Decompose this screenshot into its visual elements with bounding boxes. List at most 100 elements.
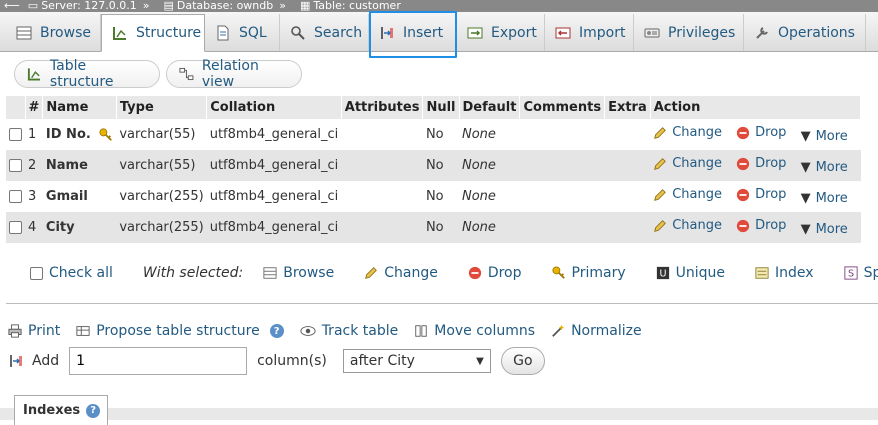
row-number: 1: [25, 119, 43, 150]
drop-action[interactable]: Drop: [736, 156, 786, 171]
breadcrumb-table[interactable]: ▦ Table: customer: [300, 0, 401, 11]
header-type[interactable]: Type: [116, 96, 208, 119]
more-action[interactable]: ▼ More: [801, 160, 848, 175]
breadcrumb-server[interactable]: ▭ Server: 127.0.0.1: [28, 0, 137, 11]
column-type: varchar(55): [116, 119, 207, 150]
bulk-browse-button[interactable]: Browse: [263, 265, 334, 281]
header-extra[interactable]: Extra: [604, 96, 651, 119]
subtab-relation-view[interactable]: Relation view: [166, 58, 302, 90]
column-position-select[interactable]: after City ▼: [342, 349, 491, 373]
column-extra: [604, 181, 651, 212]
go-button[interactable]: Go: [500, 347, 545, 375]
track-table-link[interactable]: Track table: [300, 323, 398, 339]
breadcrumb-database[interactable]: ▤ Database: owndb: [163, 0, 273, 11]
row-checkbox[interactable]: [9, 221, 22, 234]
export-icon: [467, 27, 483, 38]
column-extra: [604, 119, 651, 150]
row-checkbox[interactable]: [9, 128, 22, 141]
tab-export[interactable]: Export: [457, 14, 545, 51]
primary-key-icon: [551, 266, 565, 279]
change-action[interactable]: Change: [653, 156, 722, 171]
column-comments: [519, 119, 605, 150]
indexes-band: [0, 408, 878, 420]
tab-operations[interactable]: Operations: [744, 14, 866, 51]
subtab-table-structure[interactable]: Table structure: [14, 58, 160, 90]
breadcrumb-separator: »: [279, 0, 286, 12]
column-collation: utf8mb4_general_ci: [206, 212, 342, 243]
tab-more[interactable]: [866, 14, 878, 51]
column-null: No: [422, 119, 459, 150]
header-collation[interactable]: Collation: [206, 96, 342, 119]
column-default: None: [459, 212, 520, 243]
indexes-section-header[interactable]: Indexes ?: [14, 395, 108, 425]
with-selected-label: With selected:: [142, 265, 244, 281]
check-all-checkbox[interactable]: [30, 266, 43, 280]
drop-action[interactable]: Drop: [736, 218, 786, 233]
header-null[interactable]: Null: [422, 96, 460, 119]
row-checkbox[interactable]: [9, 190, 22, 203]
tab-import[interactable]: Import: [545, 14, 634, 51]
column-extra: [604, 150, 651, 181]
with-selected-bar: Check all With selected: Browse Change D…: [16, 260, 878, 286]
column-collation: utf8mb4_general_ci: [206, 181, 342, 212]
tab-search[interactable]: Search: [280, 14, 369, 51]
tab-structure[interactable]: Structure: [101, 14, 205, 52]
bulk-primary-button[interactable]: Primary: [551, 265, 626, 281]
print-link[interactable]: Print: [8, 323, 60, 339]
bulk-drop-button[interactable]: Drop: [468, 265, 522, 281]
pencil-icon: [654, 188, 667, 201]
help-icon[interactable]: ?: [86, 403, 101, 418]
server-icon: ▭: [27, 0, 39, 12]
caret-down-icon: ▼: [800, 221, 811, 237]
header-default[interactable]: Default: [459, 96, 521, 119]
bulk-spatial-button[interactable]: SSpatial: [844, 265, 878, 281]
column-default: None: [459, 181, 520, 212]
magic-wand-icon: [552, 324, 565, 337]
table-header: # Name Type Collation Attributes Null De…: [6, 96, 862, 119]
bulk-index-button[interactable]: Index: [755, 265, 814, 281]
drop-icon: [737, 126, 750, 139]
drop-action[interactable]: Drop: [736, 125, 786, 140]
wrench-icon: [756, 26, 768, 39]
help-icon[interactable]: ?: [269, 324, 284, 338]
tab-browse[interactable]: Browse: [6, 14, 101, 51]
change-action[interactable]: Change: [653, 187, 722, 202]
svg-text:U: U: [659, 269, 666, 280]
column-comments: [519, 181, 605, 212]
header-comments[interactable]: Comments: [519, 96, 606, 119]
header-num[interactable]: #: [25, 96, 44, 119]
header-attributes[interactable]: Attributes: [341, 96, 424, 119]
bulk-change-button[interactable]: Change: [364, 265, 438, 281]
table-row: 4 City varchar(255) utf8mb4_general_ci N…: [6, 212, 861, 243]
column-attributes: [341, 119, 423, 150]
propose-structure-link[interactable]: Propose table structure?: [76, 323, 284, 339]
check-all[interactable]: Check all: [30, 265, 113, 281]
column-null: No: [422, 212, 459, 243]
column-attributes: [341, 212, 423, 243]
drop-action[interactable]: Drop: [736, 187, 786, 202]
insert-icon: [381, 26, 393, 39]
tab-privileges[interactable]: Privileges: [634, 14, 744, 51]
row-actions: Change Drop ▼ More: [650, 181, 861, 212]
more-action[interactable]: ▼ More: [801, 191, 848, 206]
tab-sql[interactable]: SQL: [205, 14, 280, 51]
change-action[interactable]: Change: [653, 125, 722, 140]
more-action[interactable]: ▼ More: [801, 222, 848, 237]
change-action[interactable]: Change: [653, 218, 722, 233]
column-type: varchar(255): [116, 181, 207, 212]
relation-icon: [179, 67, 194, 81]
back-arrow-icon[interactable]: ⟵: [4, 0, 20, 11]
normalize-link[interactable]: Normalize: [551, 323, 642, 339]
tab-insert[interactable]: Insert: [369, 14, 457, 51]
main-tab-bar: Browse Structure SQL Search Insert Expor…: [0, 12, 878, 52]
header-name[interactable]: Name: [42, 96, 117, 119]
move-columns-link[interactable]: Move columns: [414, 323, 535, 339]
row-checkbox[interactable]: [9, 159, 22, 172]
column-count-input[interactable]: [69, 347, 248, 375]
structure-table: # Name Type Collation Attributes Null De…: [6, 96, 862, 243]
breadcrumb: ⟵ ▭ Server: 127.0.0.1 » ▤ Database: ownd…: [0, 0, 878, 12]
table-row: 3 Gmail varchar(255) utf8mb4_general_ci …: [6, 181, 861, 212]
bulk-unique-button[interactable]: U Unique: [656, 265, 725, 281]
more-action[interactable]: ▼ More: [801, 129, 848, 144]
row-actions: Change Drop ▼ More: [650, 150, 861, 181]
